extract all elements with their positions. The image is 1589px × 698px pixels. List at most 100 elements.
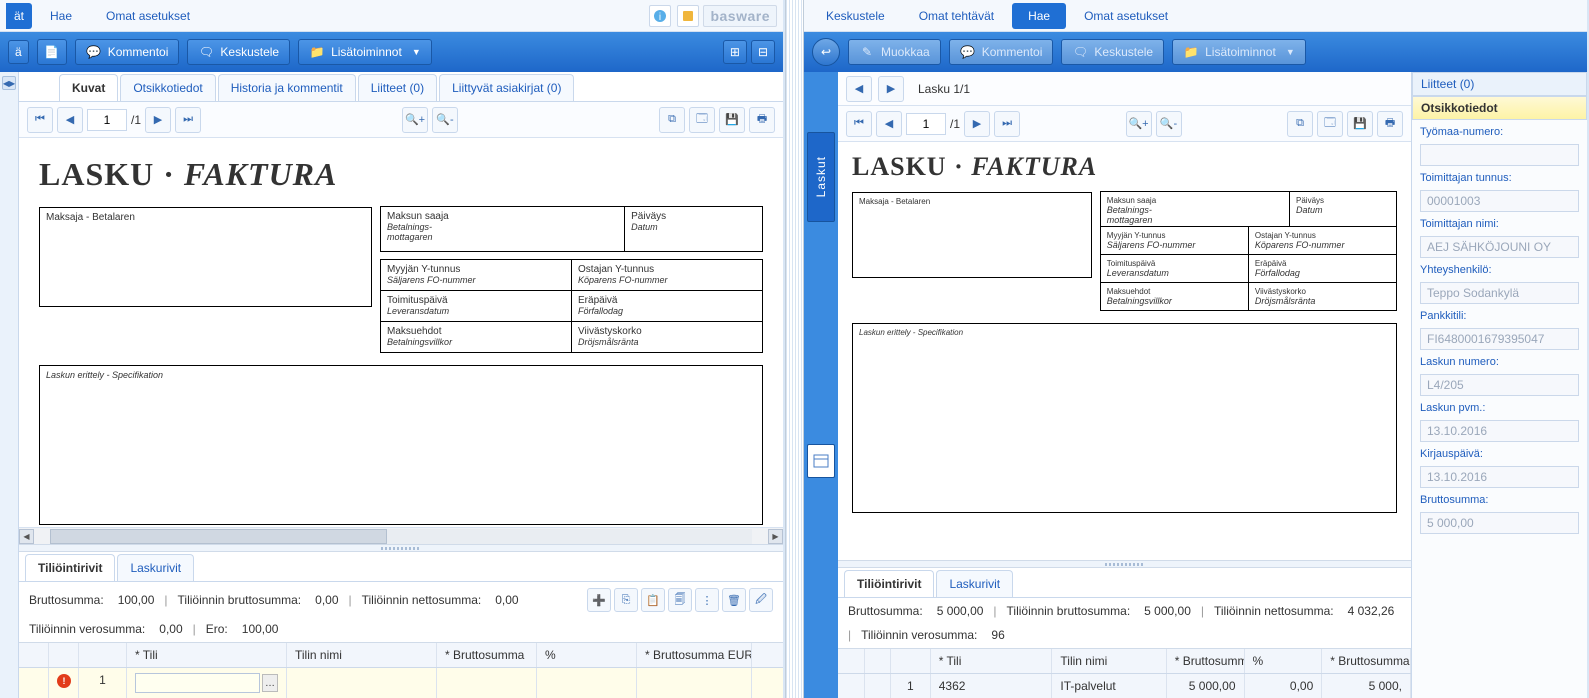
page-input[interactable] <box>87 109 127 131</box>
menu-hae[interactable]: Hae <box>34 3 88 29</box>
splitter-h-left[interactable] <box>19 544 783 552</box>
tool-3-icon[interactable]: 💾 <box>719 107 745 133</box>
field-value[interactable]: Teppo Sodankylä <box>1420 282 1579 304</box>
field-value[interactable]: 5 000,00 <box>1420 512 1579 534</box>
col-pct-r[interactable]: % <box>1245 649 1323 673</box>
col-pct[interactable]: % <box>537 643 637 667</box>
row-action-3-icon[interactable]: 📋 <box>641 588 665 612</box>
pane-divider[interactable] <box>785 0 804 698</box>
document-viewer-left[interactable]: LASKU · FAKTURA Maksaja - Betalaren Maks… <box>19 138 783 527</box>
lookup-button[interactable]: … <box>262 674 278 692</box>
row-action-6-icon[interactable]: 🗑 <box>722 588 746 612</box>
col-tilin-nimi[interactable]: Tilin nimi <box>287 643 437 667</box>
menu-hae-r[interactable]: Hae <box>1012 3 1066 29</box>
keskustele-button[interactable]: 🗨Keskustele <box>187 39 290 65</box>
kommentoi-button-r[interactable]: 💬Kommentoi <box>949 39 1054 65</box>
h-scrollbar-left[interactable]: ◀▶ <box>19 527 783 544</box>
field-value[interactable]: AEJ SÄHKÖJOUNI OY <box>1420 236 1579 258</box>
brand-logo: basware <box>703 5 777 27</box>
muokkaa-button[interactable]: ✎Muokkaa <box>848 39 941 65</box>
first-page-icon[interactable]: ⏮ <box>27 107 53 133</box>
layout-button-1[interactable]: ⊞ <box>723 40 747 64</box>
tab-otsikkotiedot[interactable]: Otsikkotiedot <box>120 74 215 101</box>
next-record-icon[interactable]: ▶ <box>878 76 904 102</box>
col-tili-r[interactable]: * Tili <box>931 649 1053 673</box>
prev-page-icon-r[interactable]: ◀ <box>876 111 902 137</box>
field-value[interactable]: 00001003 <box>1420 190 1579 212</box>
row-action-5-icon[interactable]: ⋮ <box>695 588 719 612</box>
prev-record-icon[interactable]: ◀ <box>846 76 872 102</box>
field-value[interactable]: 13.10.2016 <box>1420 466 1579 488</box>
settings-icon[interactable] <box>677 5 699 27</box>
scroll-thumb[interactable] <box>50 529 387 544</box>
last-page-icon-r[interactable]: ⏭ <box>994 111 1020 137</box>
grid-row-r[interactable]: 1 4362 IT-palvelut 5 000,00 0,00 5 000, <box>838 674 1411 698</box>
tab-kuvat[interactable]: Kuvat <box>59 74 118 101</box>
last-page-icon[interactable]: ⏭ <box>175 107 201 133</box>
col-tilin-nimi-r[interactable]: Tilin nimi <box>1052 649 1166 673</box>
grid-row[interactable]: ! 1 … <box>19 668 783 698</box>
info-icon[interactable]: i <box>649 5 671 27</box>
kommentoi-button[interactable]: 💬Kommentoi <box>75 39 180 65</box>
layout-button-2[interactable]: ⊟ <box>751 40 775 64</box>
field-value[interactable]: FI6480001679395047 <box>1420 328 1579 350</box>
icon-button-1[interactable]: 📄 <box>37 39 67 65</box>
tool-2-icon[interactable]: 🗔 <box>689 107 715 133</box>
lisatoiminnot-button-r[interactable]: 📁Lisätoiminnot▼ <box>1172 39 1306 65</box>
next-page-icon-r[interactable]: ▶ <box>964 111 990 137</box>
menu-omat-asetukset[interactable]: Omat asetukset <box>90 3 206 29</box>
sidebar-icon-vertical[interactable] <box>807 444 835 478</box>
lower-tab-lasku-r[interactable]: Laskurivit <box>936 570 1013 597</box>
zoom-in-icon-r[interactable]: 🔍+ <box>1126 111 1152 137</box>
back-circle-button[interactable]: ↩ <box>812 38 840 66</box>
col-brutto-r[interactable]: * Bruttosumma <box>1167 649 1245 673</box>
col-tili[interactable]: * Tili <box>127 643 287 667</box>
field-value[interactable]: L4/205 <box>1420 374 1579 396</box>
sidebar-vert-right: Laskut <box>804 72 838 698</box>
tab-liittyvat[interactable]: Liittyvät asiakirjat (0) <box>439 74 574 101</box>
tab-historia[interactable]: Historia ja kommentit <box>218 74 356 101</box>
keskustele-button-r[interactable]: 🗨Keskustele <box>1061 39 1164 65</box>
field-value[interactable] <box>1420 144 1579 166</box>
row-action-2-icon[interactable]: ⎘ <box>614 588 638 612</box>
col-brutto-eur[interactable]: * Bruttosumma EUR <box>637 643 752 667</box>
lower-tab-tilio-r[interactable]: Tiliöintirivit <box>844 570 934 597</box>
menu-fragment[interactable]: ät <box>6 3 32 29</box>
zoom-out-icon-r[interactable]: 🔍- <box>1156 111 1182 137</box>
sp-otsikko-header[interactable]: Otsikkotiedot <box>1412 96 1587 120</box>
next-page-icon[interactable]: ▶ <box>145 107 171 133</box>
sidebar-toggle-icon[interactable]: ◀▶ <box>2 76 16 90</box>
tili-input[interactable] <box>135 673 260 693</box>
tool-2-icon-r[interactable]: 🗔 <box>1317 111 1343 137</box>
menu-omat-tehtavat[interactable]: Omat tehtävät <box>903 3 1010 29</box>
lower-tab-tilio[interactable]: Tiliöintirivit <box>25 554 115 581</box>
col-brutto-eur-r[interactable]: * Bruttosumma EU <box>1322 649 1411 673</box>
col-brutto[interactable]: * Bruttosumma <box>437 643 537 667</box>
laskut-tab-vertical[interactable]: Laskut <box>807 132 835 222</box>
menu-omat-asetukset-r[interactable]: Omat asetukset <box>1068 3 1184 29</box>
page-input-r[interactable] <box>906 113 946 135</box>
lower-tab-lasku[interactable]: Laskurivit <box>117 554 194 581</box>
tool-4-icon-r[interactable]: 🖶 <box>1377 111 1403 137</box>
zoom-in-icon[interactable]: 🔍+ <box>402 107 428 133</box>
sp-liitteet-header[interactable]: Liitteet (0) <box>1412 72 1587 96</box>
tool-4-icon[interactable]: 🖶 <box>749 107 775 133</box>
doc-paivays-r: PäiväysDatum <box>1290 191 1397 227</box>
row-action-4-icon[interactable]: 🗐 <box>668 588 692 612</box>
row-action-7-icon[interactable]: 🖉 <box>749 588 773 612</box>
first-page-icon-r[interactable]: ⏮ <box>846 111 872 137</box>
side-panel-right: Liitteet (0) Otsikkotiedot Työmaa-numero… <box>1411 72 1587 698</box>
zoom-out-icon[interactable]: 🔍- <box>432 107 458 133</box>
splitter-h-right[interactable] <box>838 560 1411 568</box>
tool-3-icon-r[interactable]: 💾 <box>1347 111 1373 137</box>
field-value[interactable]: 13.10.2016 <box>1420 420 1579 442</box>
menu-keskustele[interactable]: Keskustele <box>810 3 901 29</box>
lisatoiminnot-button[interactable]: 📁Lisätoiminnot▼ <box>298 39 432 65</box>
tool-1-icon-r[interactable]: ⧉ <box>1287 111 1313 137</box>
row-action-1-icon[interactable]: ➕ <box>587 588 611 612</box>
tool-1-icon[interactable]: ⧉ <box>659 107 685 133</box>
document-viewer-right[interactable]: LASKU · FAKTURA Maksaja - Betalaren Maks… <box>838 142 1411 560</box>
frag-button[interactable]: ä <box>8 40 29 64</box>
tab-liitteet[interactable]: Liitteet (0) <box>358 74 437 101</box>
prev-page-icon[interactable]: ◀ <box>57 107 83 133</box>
